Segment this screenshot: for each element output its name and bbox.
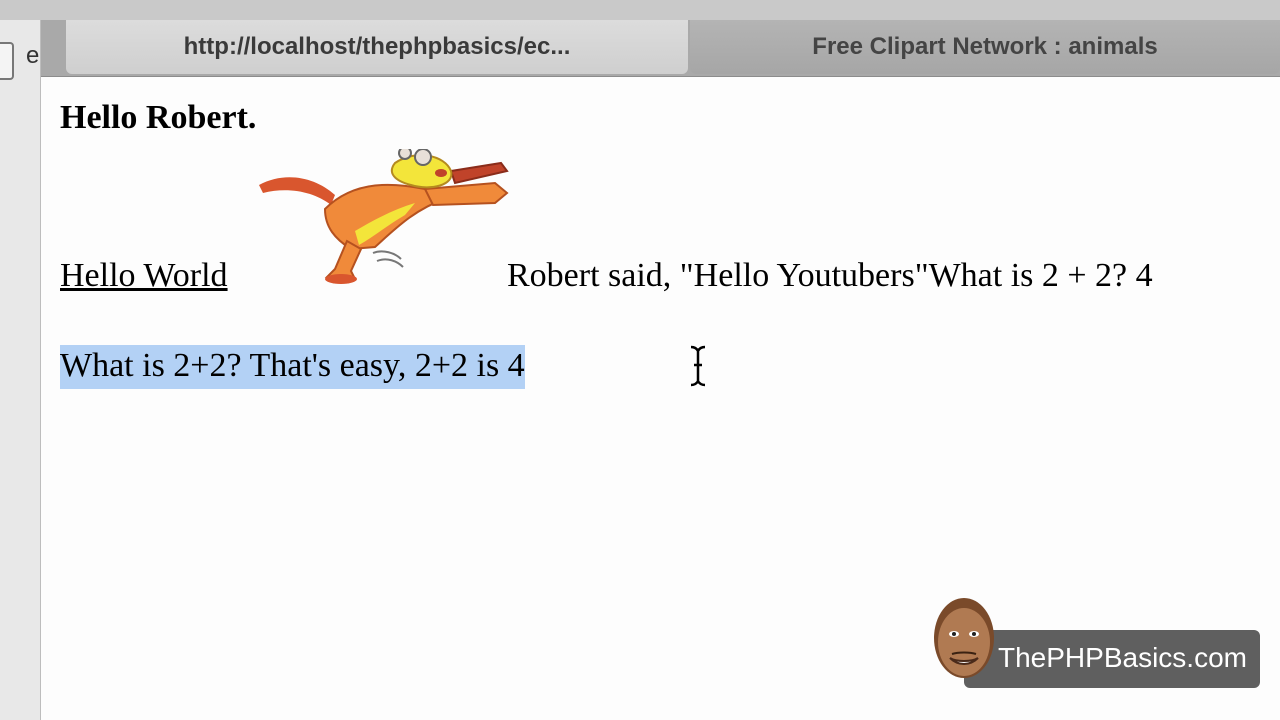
- bookmarks-bar: [0, 0, 1280, 20]
- tab-label: http://localhost/thephpbasics/ec...: [183, 33, 571, 60]
- tab-label: Free Clipart Network : animals: [812, 33, 1158, 60]
- text-cursor-icon: [690, 345, 706, 387]
- document-icon: [0, 42, 14, 80]
- presenter-avatar: [934, 598, 994, 678]
- hello-world-link[interactable]: Hello World: [60, 257, 228, 295]
- tab-clipart[interactable]: Free Clipart Network : animals: [690, 20, 1280, 74]
- tab-localhost[interactable]: http://localhost/thephpbasics/ec...: [66, 20, 688, 74]
- background-window-edge: e: [0, 20, 41, 720]
- background-window-text: e: [26, 42, 40, 69]
- robert-said-text: Robert said, "Hello Youtubers"What is 2 …: [507, 257, 1153, 294]
- watermark: ThePHPBasics.com: [928, 592, 1262, 690]
- cat-clipart-image: [259, 149, 509, 284]
- watermark-text: ThePHPBasics.com: [998, 642, 1247, 673]
- greeting-heading: Hello Robert.: [60, 99, 257, 136]
- tab-bar: http://localhost/thephpbasics/ec... Free…: [0, 20, 1280, 77]
- selected-text: What is 2+2? That's easy, 2+2 is 4: [60, 345, 525, 389]
